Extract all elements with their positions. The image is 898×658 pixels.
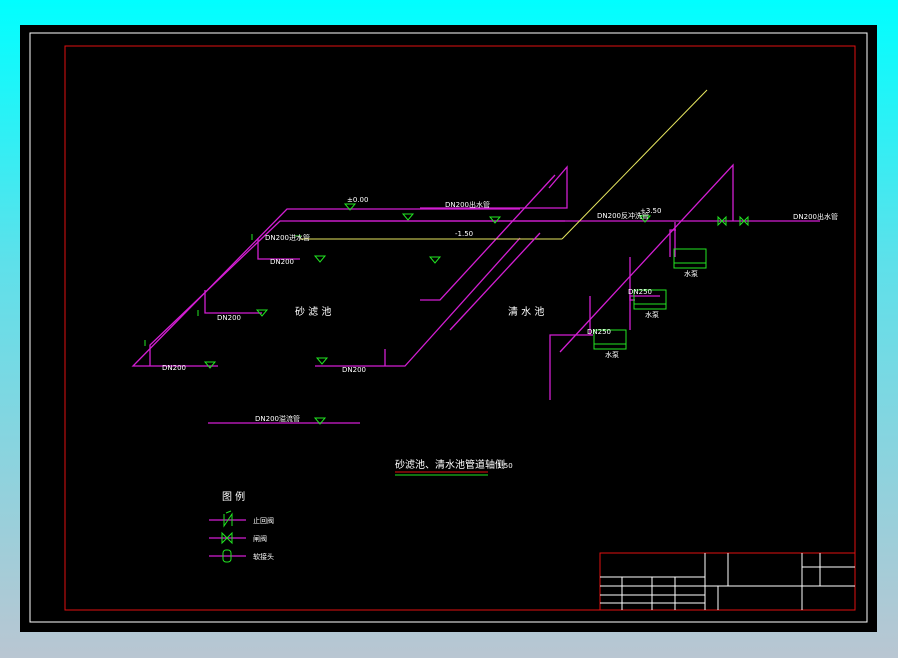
clear-water-piping xyxy=(300,89,820,400)
pipe-label: DN200 xyxy=(270,258,294,266)
legend: 图 例 止回阀 闸阀 软接头 xyxy=(209,490,274,563)
title-text: 砂滤池、清水池管道轴侧 xyxy=(395,458,505,471)
scale-text: 1:50 xyxy=(497,462,513,470)
pipe-label: DN250 xyxy=(628,288,652,296)
pump-label: 水泵 xyxy=(605,350,619,359)
pipe-label: DN200进水管 xyxy=(265,233,310,242)
sand-filter-piping xyxy=(131,174,565,424)
level-label: ±0.00 xyxy=(347,196,368,204)
title-block xyxy=(599,552,856,611)
pipe-label: DN200出水管 xyxy=(793,212,838,221)
clear-water-label: 清 水 池 xyxy=(508,305,544,318)
legend-label: 软接头 xyxy=(253,552,274,561)
pipe-label: DN200 xyxy=(342,366,366,374)
pump-label: 水泵 xyxy=(684,269,698,278)
drawing-frame xyxy=(64,45,856,611)
pipe-label: DN200 xyxy=(162,364,186,372)
drawing-sheet: 水泵 水泵 水泵 砂 滤 池 清 水 池 DN200 DN200 DN200 D… xyxy=(29,32,868,623)
legend-label: 闸阀 xyxy=(253,534,267,543)
pump-label: 水泵 xyxy=(645,310,659,319)
sand-filter-label: 砂 滤 池 xyxy=(295,305,331,318)
pipe-label: DN250 xyxy=(587,328,611,336)
sheet-border xyxy=(29,32,868,623)
pump-3[interactable] xyxy=(673,248,707,264)
check-valve-icon xyxy=(223,510,233,528)
legend-label: 止回阀 xyxy=(253,516,274,525)
pumps: 水泵 水泵 水泵 xyxy=(593,248,707,359)
drawing-title: 砂滤池、清水池管道轴侧 1:50 xyxy=(395,458,513,476)
pipe-label: DN200出水管 xyxy=(445,200,490,209)
level-label: +3.50 xyxy=(640,207,661,215)
pipe-label: DN200溢流管 xyxy=(255,414,300,423)
level-label: -1.50 xyxy=(455,230,473,238)
pipe-label: DN200 xyxy=(217,314,241,322)
legend-title: 图 例 xyxy=(222,490,245,503)
